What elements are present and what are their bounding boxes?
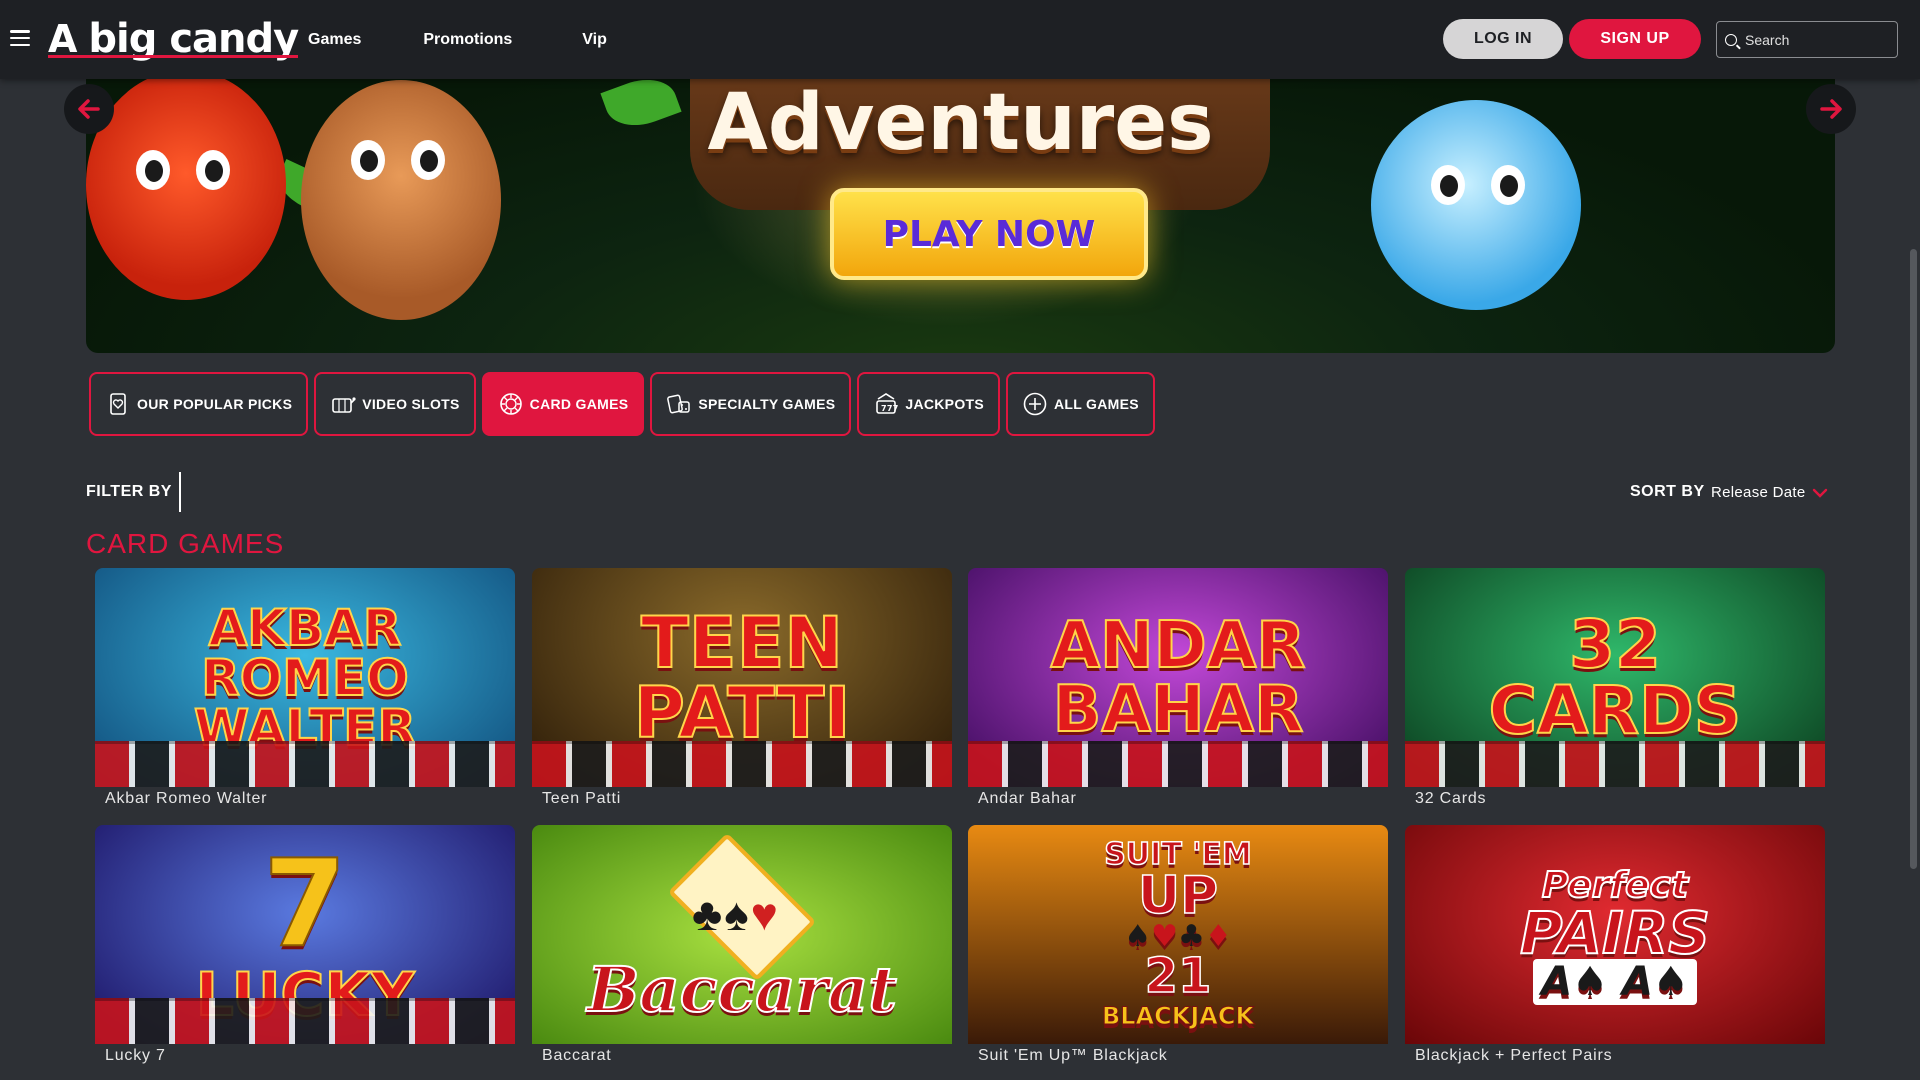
- tab-label: SPECIALTY GAMES: [698, 396, 836, 412]
- chips-decoration: [95, 741, 515, 787]
- game-thumbnail: TEEN PATTI: [532, 568, 952, 787]
- chevron-down-icon: [1812, 488, 1827, 498]
- game-name: Baccarat: [542, 1047, 612, 1064]
- site-logo[interactable]: A big candy: [48, 16, 299, 62]
- arrow-right-icon: [1820, 99, 1842, 119]
- game-art-title: Baccarat: [586, 952, 898, 1026]
- game-card[interactable]: ANDAR BAHAR Andar Bahar: [968, 568, 1388, 808]
- tab-label: JACKPOTS: [905, 396, 984, 412]
- main-nav: Games Promotions Vip: [308, 0, 669, 79]
- game-card[interactable]: Perfect PAIRS A♠ A♠ Blackjack + Perfect Pa…: [1405, 825, 1825, 1065]
- game-art-title: SUIT 'EM UP ♠♥♣♦ 21 BLACKJACK: [1101, 836, 1255, 1030]
- tab-all-games[interactable]: ALL GAMES: [1006, 372, 1155, 436]
- filter-by-label[interactable]: FILTER BY: [86, 483, 172, 501]
- game-art-title: TEEN PATTI: [633, 601, 852, 754]
- game-art-title: 32 CARDS: [1488, 605, 1743, 749]
- game-card[interactable]: AKBAR ROMEO WALTER Akbar Romeo Walter: [95, 568, 515, 808]
- signup-button[interactable]: SIGN UP: [1569, 19, 1701, 59]
- game-thumbnail: SUIT 'EM UP ♠♥♣♦ 21 BLACKJACK: [968, 825, 1388, 1044]
- section-title: CARD GAMES: [86, 528, 285, 559]
- game-name: Andar Bahar: [978, 790, 1077, 807]
- play-now-button[interactable]: PLAY NOW: [830, 188, 1148, 280]
- game-card[interactable]: ♣♠♥ Baccarat Baccarat: [532, 825, 952, 1065]
- game-name: Teen Patti: [542, 790, 622, 807]
- banner-title: Adventures: [707, 78, 1214, 168]
- tab-video-slots[interactable]: VIDEO SLOTS: [314, 372, 476, 436]
- category-tabs: OUR POPULAR PICKS VIDEO SLOTS CARD GAMES…: [89, 372, 1161, 436]
- chips-decoration: [968, 741, 1388, 787]
- tab-label: OUR POPULAR PICKS: [137, 396, 293, 412]
- sort-select[interactable]: Release Date: [1711, 484, 1828, 501]
- banner-prev-button[interactable]: [64, 84, 114, 134]
- game-name: Suit 'Em Up™ Blackjack: [978, 1047, 1168, 1064]
- search-box[interactable]: [1716, 21, 1898, 58]
- tab-label: ALL GAMES: [1054, 396, 1139, 412]
- top-header: A big candy Games Promotions Vip LOG IN …: [0, 0, 1920, 79]
- page-scrollbar[interactable]: [1906, 79, 1920, 1080]
- tab-popular-picks[interactable]: OUR POPULAR PICKS: [89, 372, 309, 436]
- nav-games[interactable]: Games: [308, 31, 361, 49]
- plus-circle-icon: [1023, 392, 1047, 416]
- banner-next-button[interactable]: [1806, 84, 1856, 134]
- search-input[interactable]: [1745, 31, 1885, 48]
- chips-decoration: [95, 998, 515, 1044]
- game-card[interactable]: TEEN PATTI Teen Patti: [532, 568, 952, 808]
- game-art-title: AKBAR ROMEO WALTER: [193, 598, 417, 757]
- game-art-title: Perfect PAIRS A♠ A♠: [1519, 864, 1711, 1005]
- game-name: Akbar Romeo Walter: [105, 790, 268, 807]
- svg-text:777: 777: [881, 404, 899, 413]
- game-thumbnail: 7 LUCKY: [95, 825, 515, 1044]
- tab-card-games[interactable]: CARD GAMES: [481, 372, 645, 436]
- suits-decoration: ♣♠♥: [692, 888, 780, 940]
- game-thumbnail: ANDAR BAHAR: [968, 568, 1388, 787]
- game-thumbnail: Perfect PAIRS A♠ A♠: [1405, 825, 1825, 1044]
- tab-specialty-games[interactable]: SPECIALTY GAMES: [650, 372, 852, 436]
- tab-jackpots[interactable]: 777 JACKPOTS: [857, 372, 1000, 436]
- cards-dice-icon: [667, 394, 691, 414]
- game-card[interactable]: SUIT 'EM UP ♠♥♣♦ 21 BLACKJACK Suit 'Em Up™ B…: [968, 825, 1388, 1065]
- sort-by-label: SORT BY: [1630, 483, 1705, 500]
- game-name: 32 Cards: [1415, 790, 1487, 807]
- game-name: Blackjack + Perfect Pairs: [1415, 1047, 1613, 1064]
- login-button[interactable]: LOG IN: [1443, 19, 1563, 59]
- game-card[interactable]: 7 LUCKY Lucky 7: [95, 825, 515, 1065]
- chips-decoration: [532, 741, 952, 787]
- slot-machine-icon: [332, 397, 356, 413]
- sort-value: Release Date: [1711, 484, 1806, 501]
- game-name: Lucky 7: [105, 1047, 166, 1064]
- game-card[interactable]: 32 CARDS 32 Cards: [1405, 568, 1825, 808]
- game-art-title: ANDAR BAHAR: [1049, 608, 1306, 747]
- tab-label: VIDEO SLOTS: [362, 396, 460, 412]
- game-thumbnail: ♣♠♥ Baccarat: [532, 825, 952, 1044]
- poker-chip-icon: [499, 393, 522, 415]
- hamburger-menu-icon[interactable]: [10, 30, 30, 46]
- game-thumbnail: AKBAR ROMEO WALTER: [95, 568, 515, 787]
- nav-vip[interactable]: Vip: [582, 31, 607, 49]
- arrow-left-icon: [78, 99, 100, 119]
- scrollbar-thumb[interactable]: [1910, 249, 1917, 869]
- filter-divider: [179, 472, 181, 512]
- hero-banner[interactable]: Adventures PLAY NOW: [86, 60, 1835, 353]
- chips-decoration: [1405, 741, 1825, 787]
- jackpot-icon: 777: [876, 393, 899, 414]
- tab-label: CARD GAMES: [529, 396, 629, 412]
- search-icon: [1725, 33, 1737, 46]
- logo-text: big candy: [48, 16, 299, 62]
- heart-card-icon: [110, 393, 126, 415]
- nav-promotions[interactable]: Promotions: [423, 31, 512, 49]
- game-thumbnail: 32 CARDS: [1405, 568, 1825, 787]
